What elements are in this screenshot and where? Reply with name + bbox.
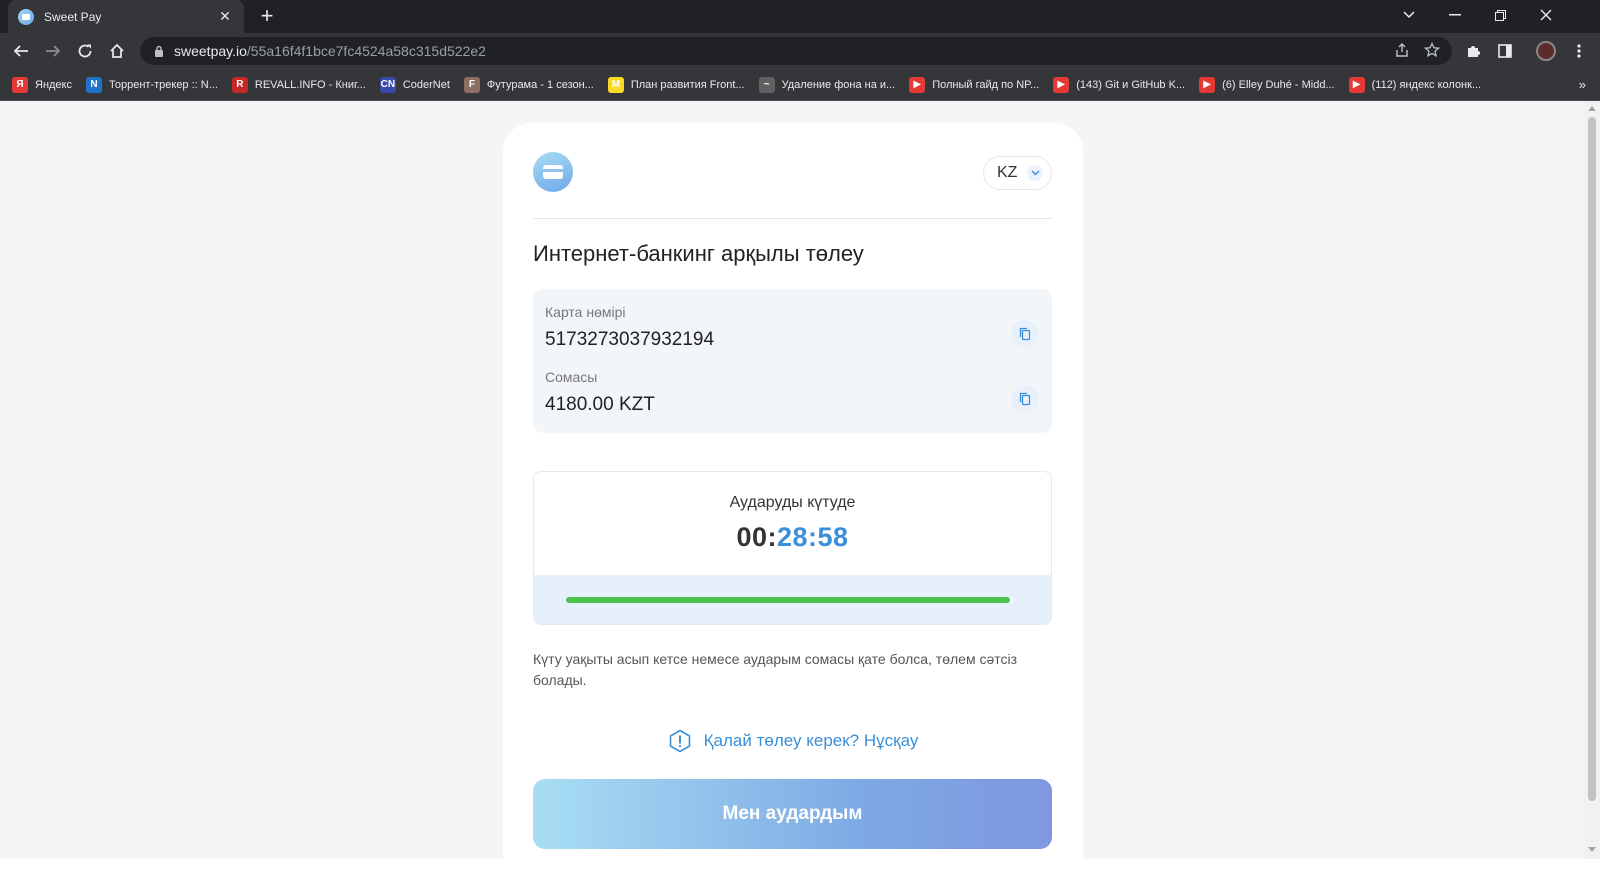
bookmark-favicon-icon: ▶ <box>1053 76 1070 93</box>
info-hexagon-icon <box>669 729 690 753</box>
timer-seconds: 58 <box>817 522 849 552</box>
waiting-timer-box: Аударуды күтуде 00:28:58 <box>533 471 1052 625</box>
bookmark-item[interactable]: ~ Удаление фона на и... <box>758 76 896 93</box>
scroll-down-icon[interactable] <box>1588 847 1596 852</box>
bookmark-label: Торрент-трекер :: N... <box>109 78 218 91</box>
instructions-link[interactable]: Қалай төлеу керек? Нұсқау <box>503 729 1083 753</box>
side-panel-icon[interactable] <box>1494 40 1516 62</box>
minimize-icon[interactable] <box>1432 0 1478 30</box>
scroll-up-icon[interactable] <box>1588 106 1596 111</box>
copy-amount-button[interactable] <box>1011 385 1039 413</box>
bookmark-item[interactable]: ▶ (143) Git и GitHub K... <box>1053 76 1186 93</box>
browser-tab-bar: Sweet Pay ✕ + <box>0 0 1600 33</box>
bookmarks-more-icon[interactable]: » <box>1579 77 1586 92</box>
bookmark-label: REVALL.INFO - Книг... <box>254 78 366 91</box>
sweetpay-logo-icon <box>533 152 573 192</box>
card-number-value: 5173273037932194 <box>545 329 715 350</box>
bookmark-item[interactable]: Я Яндекс <box>12 76 72 93</box>
bookmark-item[interactable]: ▶ Полный гайд по NP... <box>909 76 1040 93</box>
copy-card-number-button[interactable] <box>1011 320 1039 348</box>
header-divider <box>533 218 1052 219</box>
bookmark-label: План развития Front... <box>630 78 745 91</box>
bookmark-item[interactable]: N Торрент-трекер :: N... <box>86 76 218 93</box>
copy-icon <box>1019 392 1031 406</box>
bookmark-label: Полный гайд по NP... <box>932 78 1040 91</box>
site-favicon-icon <box>18 8 34 25</box>
bookmark-favicon-icon: F <box>463 76 480 93</box>
bookmark-label: CoderNet <box>402 78 450 91</box>
chevron-down-icon <box>1027 165 1044 181</box>
address-bar[interactable]: sweetpay.io/55a16f4f1bce7fc4524a58c315d5… <box>140 37 1452 65</box>
reload-icon[interactable] <box>72 38 98 64</box>
page-title: Интернет-банкинг арқылы төлеу <box>533 241 864 266</box>
bookmark-favicon-icon: ▶ <box>909 76 926 93</box>
tab-title: Sweet Pay <box>44 9 102 24</box>
timer-hours: 00: <box>736 522 777 552</box>
card-number-label: Карта нөмірі <box>545 304 626 320</box>
bookmark-item[interactable]: ▶ (112) яндекс колонк... <box>1348 76 1482 93</box>
copy-icon <box>1019 327 1031 341</box>
url-host: sweetpay.io <box>174 43 247 59</box>
failure-warning-text: Күту уақыты асып кетсе немесе аударым со… <box>533 651 1018 688</box>
lock-icon <box>155 45 163 57</box>
new-tab-button[interactable]: + <box>256 5 278 27</box>
bookmark-item[interactable]: ▶ (6) Elley Duhé - Midd... <box>1199 76 1335 93</box>
progress-track <box>566 597 1014 603</box>
bookmark-label: (112) яндекс колонк... <box>1371 78 1482 91</box>
tab-close-icon[interactable]: ✕ <box>216 8 234 25</box>
bookmarks-bar: Я Яндекс N Торрент-трекер :: N... R REVALL.IN… <box>0 69 1600 101</box>
bookmark-label: (6) Elley Duhé - Midd... <box>1222 78 1335 91</box>
bookmark-item[interactable]: F Футурама - 1 сезон... <box>463 76 594 93</box>
restore-icon[interactable] <box>1477 0 1523 30</box>
amount-value: 4180.00 KZT <box>545 394 655 415</box>
language-value: KZ <box>997 164 1018 181</box>
tab-search-icon[interactable] <box>1386 0 1432 30</box>
bookmark-favicon-icon: R <box>231 76 248 93</box>
timer-minutes: 28: <box>776 522 818 552</box>
i-transferred-button[interactable]: Мен аудардым <box>533 779 1052 849</box>
bookmark-star-icon[interactable] <box>1424 42 1440 58</box>
bookmark-label: Футурама - 1 сезон... <box>486 78 594 91</box>
bookmark-label: Яндекс <box>35 78 72 91</box>
back-icon[interactable] <box>8 38 34 64</box>
bookmark-favicon-icon: CN <box>379 76 396 93</box>
bookmark-favicon-icon: ▶ <box>1348 76 1365 93</box>
window-close-icon[interactable] <box>1523 0 1569 30</box>
bookmark-favicon-icon: M <box>607 76 624 93</box>
bookmark-item[interactable]: M План развития Front... <box>607 76 745 93</box>
scrollbar-thumb[interactable] <box>1588 117 1596 801</box>
bookmark-label: Удаление фона на и... <box>781 78 896 91</box>
bookmark-label: (143) Git и GitHub K... <box>1076 78 1186 91</box>
home-icon[interactable] <box>104 38 130 64</box>
bookmark-item[interactable]: CN CoderNet <box>379 76 450 93</box>
profile-avatar[interactable] <box>1536 41 1556 61</box>
amount-label: Сомасы <box>545 369 598 385</box>
progress-fill <box>566 597 1010 603</box>
progress-area <box>534 575 1051 624</box>
extensions-icon[interactable] <box>1462 40 1484 62</box>
timer-label: Аударуды күтуде <box>729 494 856 511</box>
bookmark-favicon-icon: ▶ <box>1199 76 1216 93</box>
language-select[interactable]: KZ <box>983 156 1052 190</box>
payment-details: Карта нөмірі 5173273037932194 Сомасы 418… <box>533 289 1052 433</box>
page-scrollbar[interactable] <box>1584 101 1600 859</box>
window-bottom-strip <box>0 859 1600 888</box>
bookmark-favicon-icon: ~ <box>758 76 775 93</box>
share-icon[interactable] <box>1394 42 1410 58</box>
countdown-timer: 00:28:58 <box>534 522 1051 553</box>
url-path: /55a16f4f1bce7fc4524a58c315d522e2 <box>246 43 486 59</box>
browser-tab[interactable]: Sweet Pay ✕ <box>8 0 244 33</box>
bookmark-favicon-icon: N <box>86 76 102 93</box>
browser-menu-icon[interactable] <box>1568 40 1590 62</box>
instructions-link-text[interactable]: Қалай төлеу керек? Нұсқау <box>704 731 919 751</box>
bookmark-item[interactable]: R REVALL.INFO - Книг... <box>231 76 366 93</box>
page-viewport: KZ Интернет-банкинг арқылы төлеу Карта н… <box>0 101 1584 859</box>
browser-toolbar: sweetpay.io/55a16f4f1bce7fc4524a58c315d5… <box>0 33 1600 69</box>
payment-card: KZ Интернет-банкинг арқылы төлеу Карта н… <box>503 123 1083 859</box>
bookmark-favicon-icon: Я <box>12 76 28 93</box>
forward-icon[interactable] <box>40 38 66 64</box>
